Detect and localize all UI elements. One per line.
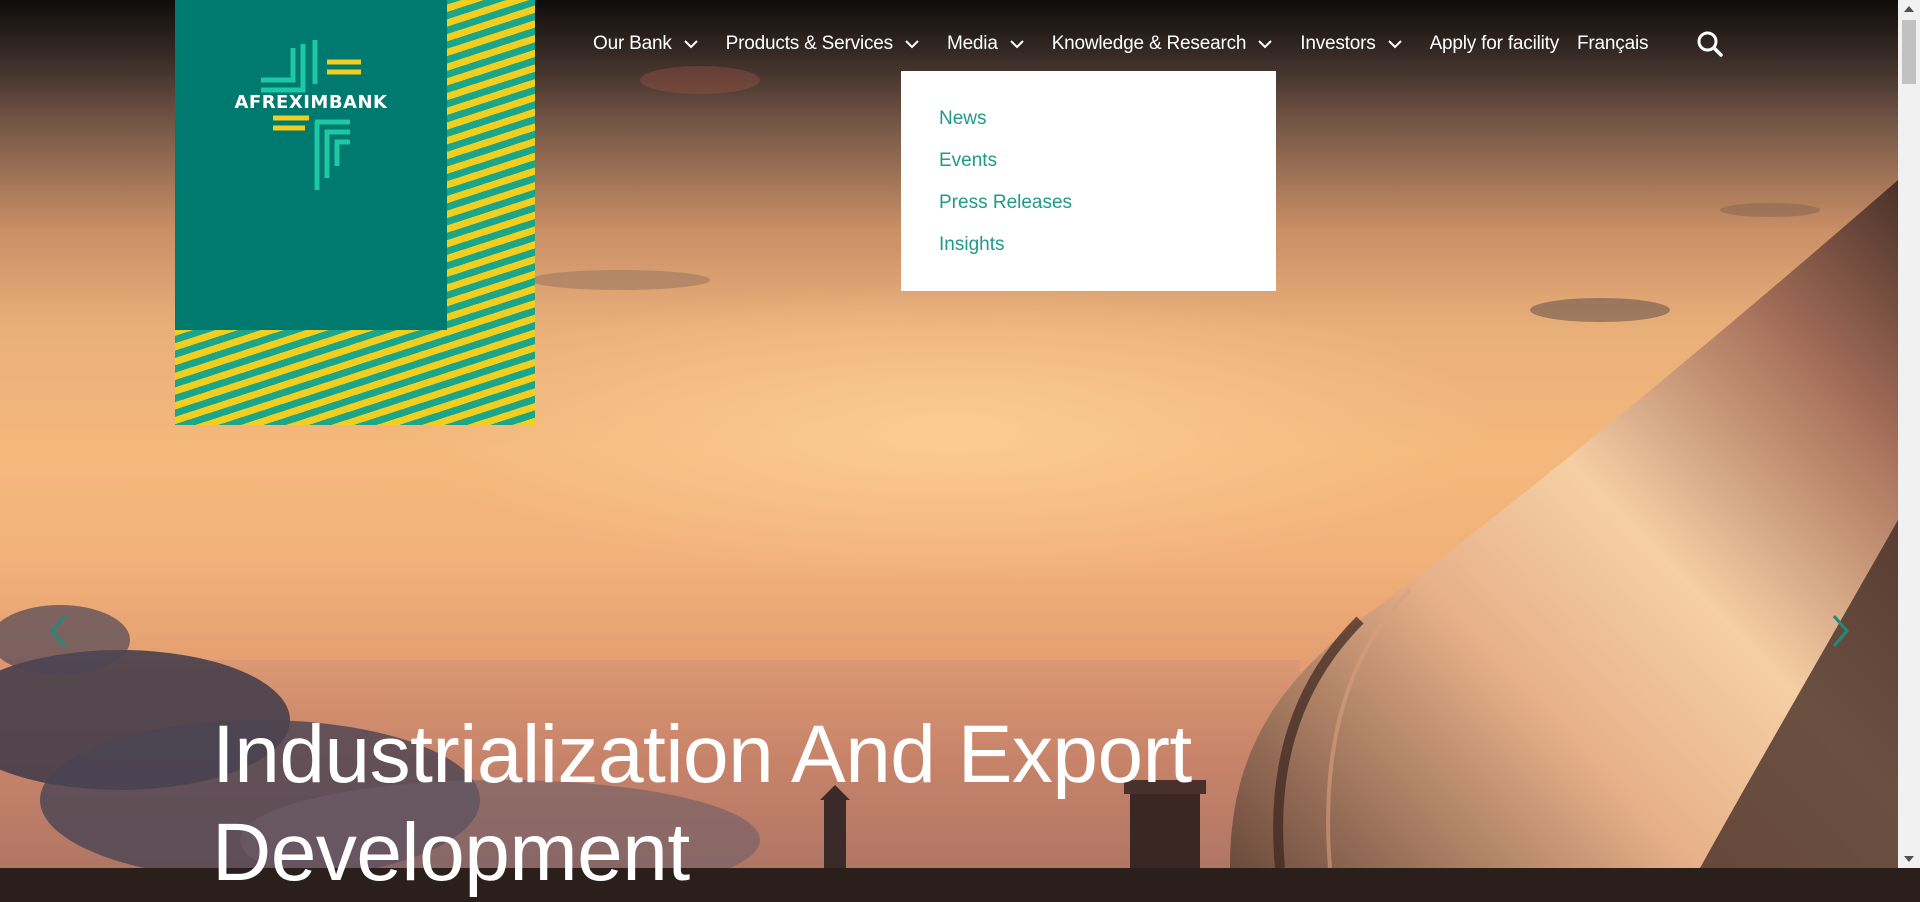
nav-label: Our Bank: [593, 33, 672, 54]
dropdown-item-news[interactable]: News: [939, 107, 1276, 149]
search-icon[interactable]: [1696, 30, 1724, 58]
nav-label: Knowledge & Research: [1051, 33, 1247, 54]
nav-item-language-francais[interactable]: Français: [1577, 33, 1648, 55]
logo-wordmark: AFREXIMBANK: [234, 92, 388, 113]
nav-item-investors[interactable]: Investors: [1300, 33, 1402, 55]
chevron-left-icon[interactable]: [47, 613, 69, 649]
nav-label: Products & Services: [725, 33, 893, 54]
nav-label: Investors: [1300, 33, 1376, 54]
main-navigation: Our Bank Products & Services Media Knowl…: [593, 31, 1666, 57]
hero-headline: Industrialization And Export Development: [212, 709, 1192, 898]
nav-item-products-services[interactable]: Products & Services: [726, 33, 919, 55]
chevron-down-icon: [1009, 39, 1024, 48]
nav-label: Apply for facility: [1429, 33, 1560, 54]
chevron-down-icon: [1258, 39, 1272, 48]
nav-item-our-bank[interactable]: Our Bank: [593, 33, 698, 55]
chevron-right-icon[interactable]: [1830, 613, 1852, 649]
scroll-down-arrow-icon[interactable]: [1904, 856, 1914, 862]
media-dropdown-menu: News Events Press Releases Insights: [901, 71, 1276, 291]
nav-item-knowledge-research[interactable]: Knowledge & Research: [1052, 33, 1273, 55]
dropdown-item-insights[interactable]: Insights: [939, 233, 1276, 275]
chevron-down-icon: [905, 39, 919, 48]
nav-label: Media: [946, 33, 998, 54]
nav-item-apply-for-facility[interactable]: Apply for facility: [1429, 33, 1560, 55]
chevron-down-icon: [683, 39, 698, 48]
nav-label: Français: [1577, 33, 1649, 54]
logo[interactable]: AFREXIMBANK: [175, 0, 447, 330]
nav-item-media[interactable]: Media: [947, 33, 1024, 55]
page-scrollbar[interactable]: [1898, 0, 1920, 868]
scrollbar-thumb[interactable]: [1902, 20, 1916, 84]
scroll-up-arrow-icon[interactable]: [1904, 6, 1914, 12]
dropdown-item-events[interactable]: Events: [939, 149, 1276, 191]
chevron-down-icon: [1387, 39, 1402, 48]
dropdown-item-press-releases[interactable]: Press Releases: [939, 191, 1276, 233]
